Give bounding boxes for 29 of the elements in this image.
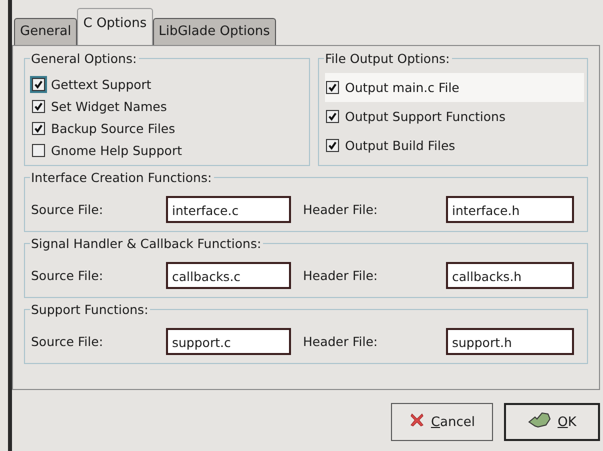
- field-label: Header File:: [303, 268, 379, 283]
- button[interactable]: OK: [504, 403, 600, 441]
- checkbox-label: Output Build Files: [345, 138, 456, 153]
- group-title: File Output Options:: [324, 51, 452, 66]
- field-label: Header File:: [303, 202, 379, 217]
- checkbox-label: Backup Source Files: [51, 120, 176, 136]
- input-field[interactable]: interface.c: [166, 196, 291, 223]
- field-label: Source File:: [31, 334, 104, 349]
- input-field[interactable]: support.c: [166, 328, 291, 355]
- tab[interactable]: C Options: [77, 8, 153, 45]
- group-title: Support Functions:: [30, 302, 150, 317]
- button[interactable]: Cancel: [391, 403, 493, 441]
- input-field[interactable]: callbacks.c: [166, 262, 291, 289]
- field-label: Source File:: [31, 268, 104, 283]
- input-field[interactable]: callbacks.h: [446, 262, 574, 289]
- checkbox-label: Gnome Help Support: [51, 142, 182, 158]
- checkbox-label: Output Support Functions: [345, 109, 506, 124]
- tab[interactable]: LibGlade Options: [152, 18, 276, 45]
- group-title: General Options:: [30, 51, 139, 66]
- group-title: Signal Handler & Callback Functions:: [30, 236, 264, 251]
- checkbox-label: Set Widget Names: [51, 98, 167, 114]
- checkbox-label: Output main.c File: [345, 80, 460, 95]
- input-field[interactable]: interface.h: [446, 196, 574, 223]
- tab[interactable]: General: [14, 18, 78, 45]
- group-title: Interface Creation Functions:: [30, 170, 214, 185]
- field-label: Header File:: [303, 334, 379, 349]
- input-field[interactable]: support.h: [446, 328, 574, 355]
- field-label: Source File:: [31, 202, 104, 217]
- checkbox-label: Gettext Support: [51, 76, 152, 92]
